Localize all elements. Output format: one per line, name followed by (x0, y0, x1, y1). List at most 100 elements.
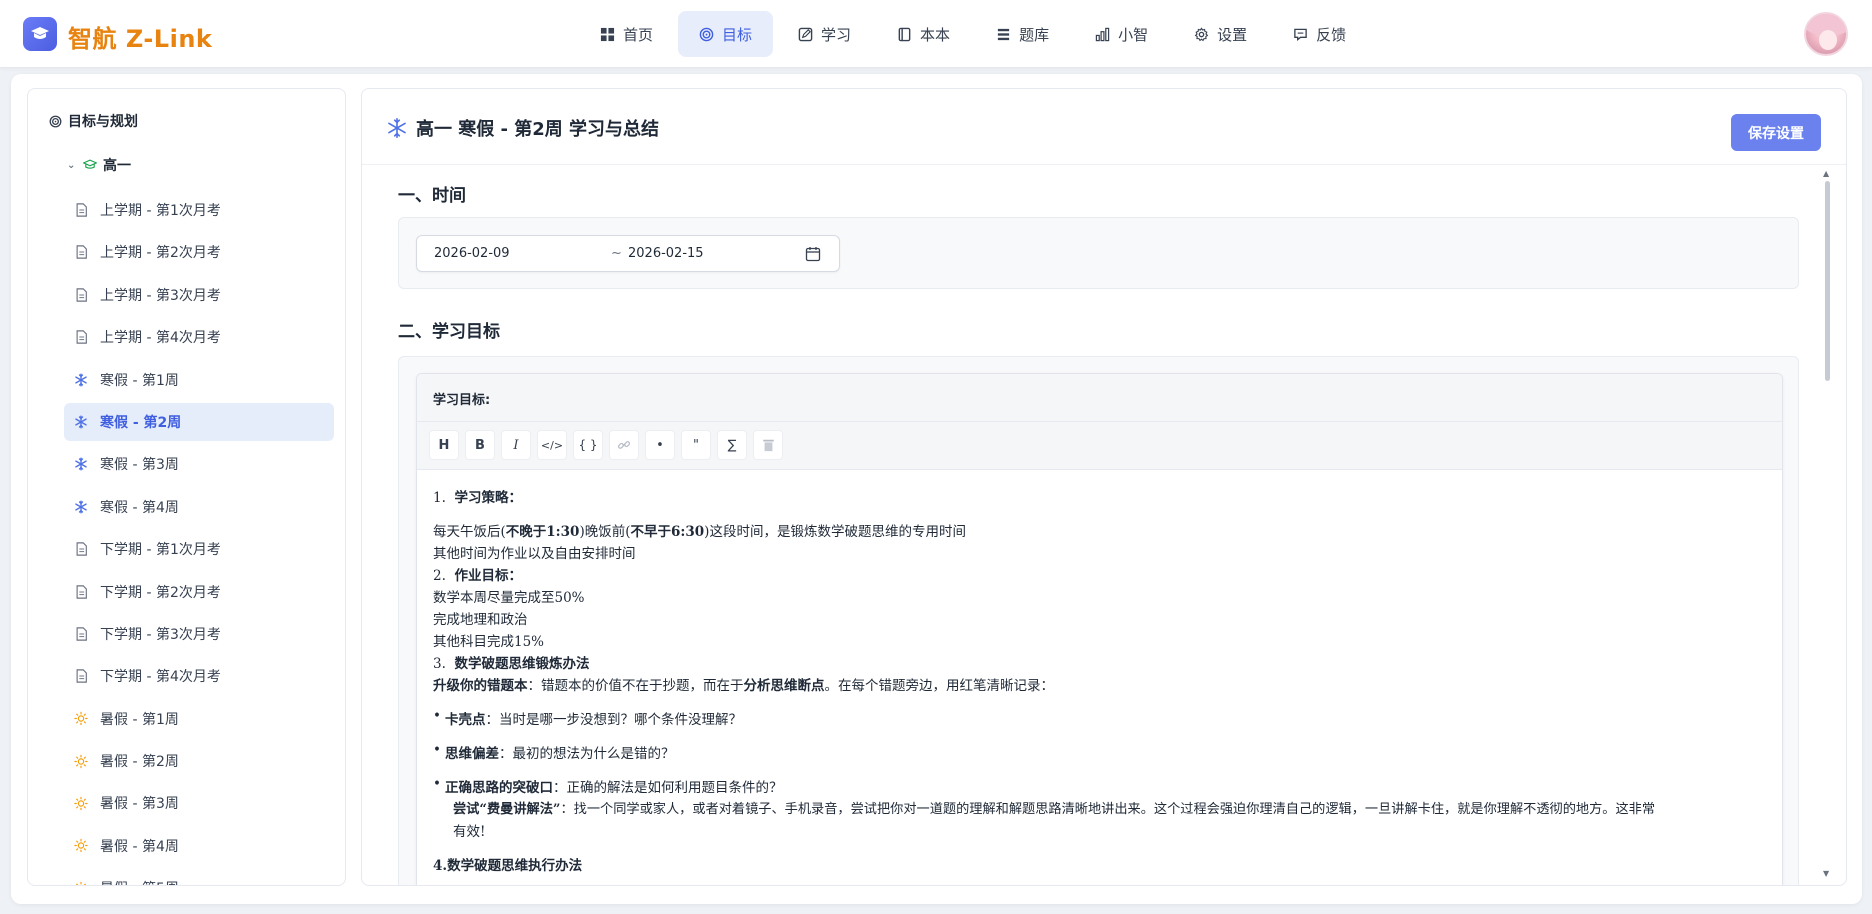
sun-icon (74, 754, 88, 768)
paragraph-1: 每天午饭后(不晚于1:30)晚饭前(不早于6:30)这段时间，是锻炼数学破题思维… (433, 520, 966, 540)
sidebar-item-label: 暑假 - 第5周 (100, 878, 179, 885)
sun-icon (74, 711, 88, 726)
nav-study[interactable]: 学习 (777, 11, 872, 57)
sidebar-item-15[interactable]: 暑假 - 第4周 (64, 827, 334, 865)
sidebar-item-3[interactable]: 上学期 - 第4次月考 (64, 318, 334, 356)
scroll-thumb[interactable] (1825, 181, 1830, 381)
user-avatar[interactable] (1804, 12, 1848, 56)
p6-part-a: 升级你的错题本 (433, 678, 528, 694)
target-icon (49, 115, 62, 127)
sidebar-item-11[interactable]: 下学期 - 第4次月考 (64, 657, 334, 695)
formula-button[interactable]: ∑ (717, 430, 747, 460)
sidebar-item-13[interactable]: 暑假 - 第2周 (64, 742, 334, 780)
snowflake-icon (74, 415, 88, 429)
sidebar-item-10[interactable]: 下学期 - 第3次月考 (64, 615, 334, 653)
p1-part-a: 每天午饭后( (433, 524, 506, 540)
sidebar-item-16[interactable]: 暑假 - 第5周 (64, 869, 334, 885)
sidebar-item-8[interactable]: 下学期 - 第1次月考 (64, 530, 334, 568)
sidebar-item-1[interactable]: 上学期 - 第2次月考 (64, 233, 334, 271)
sidebar-item-4[interactable]: 寒假 - 第1周 (64, 361, 334, 399)
nav-home[interactable]: 首页 (579, 11, 674, 57)
app-title[interactable]: 智航 Z-Link (68, 19, 212, 54)
notebook-icon (898, 27, 911, 41)
bullet-1-text: ：当时是哪一步没想到？哪个条件没理解？ (485, 712, 743, 728)
sidebar-item-label: 上学期 - 第2次月考 (100, 245, 221, 262)
nav-goals-label: 目标 (722, 25, 753, 44)
sidebar-item-label: 上学期 - 第4次月考 (100, 330, 221, 347)
sidebar-item-14[interactable]: 暑假 - 第3周 (64, 784, 334, 822)
calendar-icon[interactable] (805, 246, 821, 262)
nav-home-label: 首页 (623, 25, 654, 44)
bullet-3-detail: 尝试“费曼讲解法”：找一个同学或家人，或者对着镜子、手机录音，尝试把你对一道题的… (453, 798, 1655, 817)
heading-1: 1. 学习策略： (433, 486, 522, 506)
paragraph-2: 其他时间为作业以及自由安排时间 (433, 546, 636, 562)
heading-3: 3. 数学破题思维锻炼办法 (433, 652, 589, 672)
section-goal-heading: 二、学习目标 (398, 322, 500, 342)
app-logo-icon[interactable] (23, 17, 57, 51)
nav-question-bank-label: 题库 (1019, 25, 1050, 44)
bullet-3-detail-title: 尝试“费曼讲解法” (453, 802, 561, 817)
p1-part-b: 不晚于1:30 (505, 524, 580, 540)
sidebar-item-12[interactable]: 暑假 - 第1周 (64, 700, 334, 738)
sidebar-item-7[interactable]: 寒假 - 第4周 (64, 488, 334, 526)
sidebar-item-5[interactable]: 寒假 - 第2周 (64, 402, 334, 441)
editor-label: 学习目标: (417, 374, 1782, 422)
save-button[interactable]: 保存设置 (1731, 114, 1821, 151)
p6-part-b: ：错题本的价值不在于抄题，而在于 (527, 678, 744, 694)
sidebar-item-label: 上学期 - 第3次月考 (100, 287, 221, 304)
tree-root-label: 高一 (103, 158, 131, 174)
nav-goals[interactable]: 目标 (678, 11, 774, 57)
sidebar-item-label: 下学期 - 第1次月考 (100, 542, 221, 559)
nav-feedback-label: 反馈 (1316, 25, 1347, 44)
snowflake-icon (388, 118, 406, 138)
sidebar-item-label: 下学期 - 第3次月考 (100, 626, 221, 643)
main-scrollbar[interactable]: ▲ ▼ (1820, 169, 1834, 881)
nav-assistant[interactable]: 小智 (1074, 11, 1169, 57)
chevron-down-icon[interactable]: ⌄ (67, 160, 77, 171)
nav-feedback[interactable]: 反馈 (1272, 11, 1367, 57)
bold-button[interactable]: B (465, 430, 495, 460)
scroll-up-icon[interactable]: ▲ (1823, 169, 1829, 178)
time-section: 2026-02-09 ~ 2026-02-15 (398, 217, 1799, 289)
nav-notebook-label: 本本 (920, 25, 951, 44)
tree-root-grade[interactable]: ⌄ 高一 (67, 155, 131, 175)
doc-icon (74, 330, 88, 344)
heading-4: 4.数学破题思维执行办法 (433, 858, 583, 874)
delete-button[interactable] (753, 430, 783, 460)
tree-list: 上学期 - 第1次月考上学期 - 第2次月考 上学期 - 第3次月考 上学期 - 第… (64, 191, 334, 885)
sidebar-item-2[interactable]: 上学期 - 第3次月考 (64, 276, 334, 314)
doc-icon (74, 627, 88, 641)
doc-icon (74, 288, 88, 302)
heading-button[interactable]: H (429, 430, 459, 460)
sidebar-item-6[interactable]: 寒假 - 第3周 (64, 445, 334, 483)
snowflake-icon (74, 457, 88, 471)
heading-2-text: 作业目标： (454, 568, 522, 584)
date-end-input[interactable]: 2026-02-15 (628, 246, 704, 261)
main-header: 高一 寒假 - 第2周 学习与总结 保存设置 (362, 89, 1846, 165)
doc-icon (74, 669, 88, 683)
scroll-down-icon[interactable]: ▼ (1823, 869, 1829, 878)
gear-icon (1194, 26, 1209, 41)
sidebar-item-label: 暑假 - 第3周 (100, 796, 179, 813)
main-nav: 首页 目标 学习 本本 题库 小智 设置 反馈 (579, 11, 1367, 57)
quote-button[interactable]: " (681, 430, 711, 460)
nav-question-bank[interactable]: 题库 (975, 11, 1070, 57)
bullet-2-title: 思维偏差 (445, 746, 499, 762)
sidebar-item-9[interactable]: 下学期 - 第2次月考 (64, 573, 334, 611)
bullet-list-button[interactable]: • (645, 430, 675, 460)
link-icon (617, 441, 631, 449)
date-range-picker[interactable]: 2026-02-09 ~ 2026-02-15 (416, 235, 840, 272)
heading-2-number: 2. (433, 568, 446, 584)
code-block-button[interactable]: { } (573, 430, 603, 460)
grid-icon (600, 27, 615, 41)
sidebar-item-0[interactable]: 上学期 - 第1次月考 (64, 191, 334, 229)
nav-settings[interactable]: 设置 (1173, 11, 1268, 57)
snowflake-icon (74, 500, 88, 514)
link-button[interactable] (609, 430, 639, 460)
code-button[interactable]: </> (537, 430, 567, 460)
date-start-input[interactable]: 2026-02-09 (434, 246, 510, 261)
italic-button[interactable]: I (501, 430, 531, 460)
bullet-3: 正确思路的突破口：正确的解法是如何利用题目条件的？ (433, 776, 782, 796)
doc-icon (74, 584, 88, 599)
nav-notebook[interactable]: 本本 (876, 11, 971, 57)
